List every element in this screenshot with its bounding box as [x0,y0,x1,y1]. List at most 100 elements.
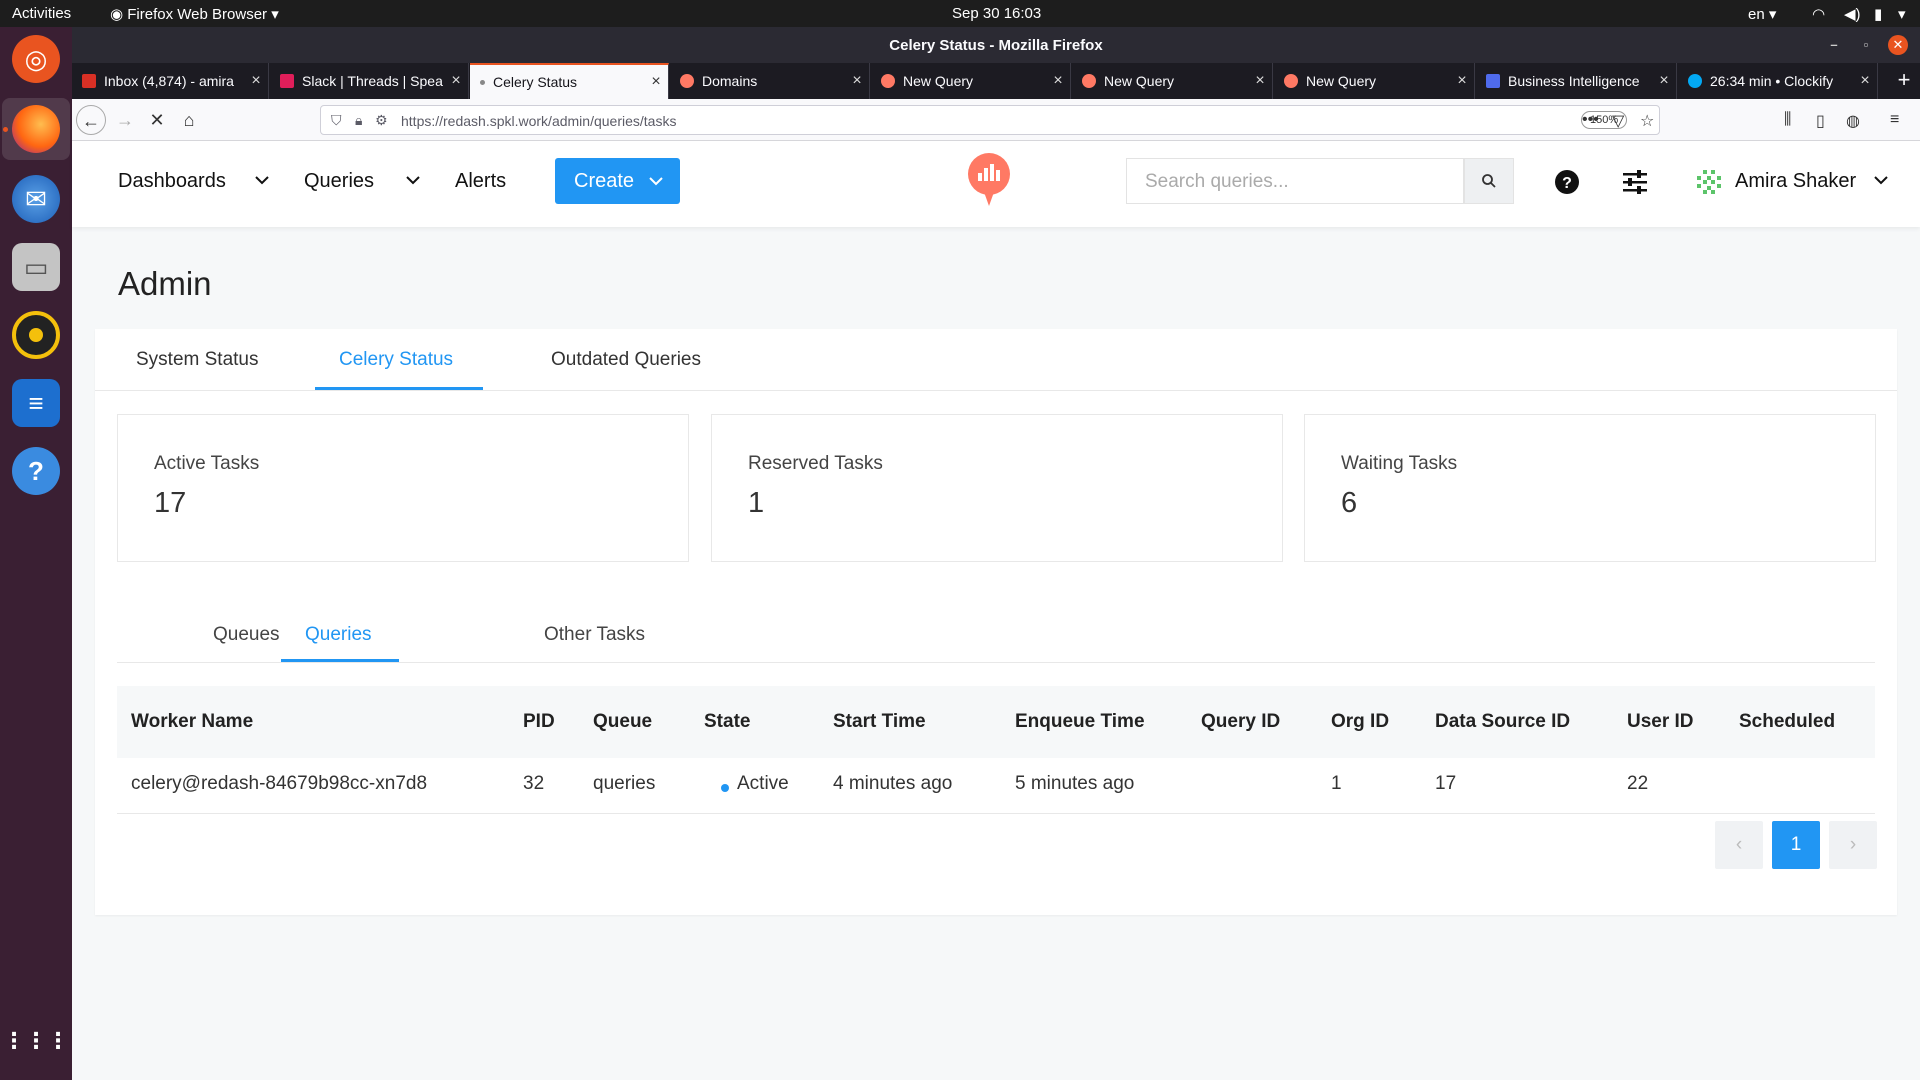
redash-icon [1082,74,1096,88]
create-button-label: Create [574,169,635,192]
user-avatar[interactable] [1693,166,1725,198]
column-header[interactable]: Start Time [833,711,926,733]
stop-loading-icon[interactable]: ✕ [142,105,172,135]
pocket-icon[interactable]: ▽ [1612,111,1624,131]
dock-running-indicator [3,127,8,132]
close-tab-icon[interactable]: × [244,72,268,90]
redash-logo[interactable] [965,152,1013,208]
shield-icon[interactable]: ⛉ [331,112,342,129]
clock[interactable]: Sep 30 16:03 [952,5,1041,22]
url-bar[interactable]: ⛉ 🔒︎ ⚙ https://redash.spkl.work/admin/qu… [320,105,1660,135]
nav-queries[interactable]: Queries [304,170,374,193]
rhythmbox-icon[interactable] [12,311,60,359]
hamburger-menu-icon[interactable]: ≡ [1890,111,1899,129]
files-icon[interactable]: ▭ [12,243,60,291]
close-tab-icon[interactable]: × [1853,72,1877,90]
close-tab-icon[interactable]: × [444,72,468,90]
home-icon[interactable]: ⌂ [174,105,204,135]
libreoffice-writer-icon[interactable]: ≡ [12,379,60,427]
browser-tab[interactable]: Inbox (4,874) - amira × [72,63,269,99]
create-button[interactable]: Create [555,158,680,204]
maximize-icon[interactable]: ▫ [1856,35,1876,55]
forward-arrow-icon[interactable]: → [110,105,140,135]
counter-label: Reserved Tasks [748,453,883,474]
new-tab-button[interactable]: + [1888,63,1920,99]
browser-tab[interactable]: Domains × [670,63,870,99]
battery-icon[interactable]: ▮ [1874,5,1882,23]
back-arrow-icon[interactable]: ← [76,105,106,135]
browser-tab[interactable]: 26:34 min • Clockify × [1678,63,1878,99]
nav-dashboards[interactable]: Dashboards [118,170,226,193]
search-input[interactable]: Search queries... [1126,158,1464,204]
chevron-down-icon[interactable] [406,173,420,187]
sidebar-icon[interactable]: ▯ [1816,111,1825,131]
clockify-icon [1688,74,1702,88]
column-header[interactable]: Org ID [1331,711,1389,733]
browser-tab[interactable]: Slack | Threads | Spea × [270,63,469,99]
library-icon[interactable]: ⫼ [1784,111,1791,129]
tab-celery-status[interactable]: Celery Status [339,349,453,371]
pagination-next-button[interactable]: › [1829,821,1877,869]
tab-outdated-queries[interactable]: Outdated Queries [551,349,701,371]
search-icon [1482,174,1496,188]
column-header[interactable]: User ID [1627,711,1694,733]
chevron-down-icon[interactable] [1874,173,1888,187]
permissions-icon[interactable]: ⚙ [375,112,388,129]
close-tab-icon[interactable]: × [1046,72,1070,90]
column-header[interactable]: Scheduled [1739,711,1835,733]
url-text: https://redash.spkl.work/admin/queries/t… [401,113,677,129]
close-tab-icon[interactable]: × [1652,72,1676,90]
tab-system-status[interactable]: System Status [136,349,259,371]
subtab-other-tasks[interactable]: Other Tasks [544,624,645,646]
cell-data-source-id: 17 [1435,773,1457,794]
page-actions-icon[interactable]: ••• [1582,111,1599,129]
column-header[interactable]: Queue [593,711,652,733]
pagination-prev-button[interactable]: ‹ [1715,821,1763,869]
help-question-icon[interactable]: ? [1551,166,1583,198]
volume-icon[interactable]: ◀) [1844,5,1861,23]
app-menu[interactable]: ◉ Firefox Web Browser ▾ [110,5,279,23]
column-header[interactable]: Worker Name [131,711,253,733]
bookmark-star-icon[interactable]: ☆ [1640,111,1654,131]
column-header[interactable]: Data Source ID [1435,711,1570,733]
browser-tab[interactable]: New Query × [1274,63,1475,99]
wifi-icon[interactable]: ◠ [1812,5,1825,23]
subtab-queries[interactable]: Queries [305,624,372,646]
chevron-down-icon[interactable] [255,173,269,187]
subtab-queues[interactable]: Queues [213,624,280,646]
cell-state: Active [737,773,789,794]
counter-card-waiting-tasks: Waiting Tasks 6 [1304,414,1876,562]
activities-button[interactable]: Activities [12,5,71,22]
column-header[interactable]: State [704,711,750,733]
system-menu-caret-icon[interactable]: ▾ [1898,5,1906,23]
lock-icon[interactable]: 🔒︎ [355,112,362,129]
browser-tab[interactable]: New Query × [1072,63,1273,99]
minimize-icon[interactable]: – [1824,35,1844,55]
browser-tab[interactable]: Business Intelligence × [1476,63,1677,99]
help-icon[interactable]: ? [12,447,60,495]
close-tab-icon[interactable]: × [845,72,869,90]
firefox-icon[interactable] [12,105,60,153]
ubuntu-software-icon[interactable]: ◎ [12,35,60,83]
settings-sliders-icon[interactable] [1619,166,1651,198]
language-indicator[interactable]: en ▾ [1748,5,1776,23]
close-tab-icon[interactable]: × [644,73,668,91]
cell-pid: 32 [523,773,545,794]
pagination-page-button[interactable]: 1 [1772,821,1820,869]
close-window-icon[interactable]: ✕ [1888,35,1908,55]
show-applications-icon[interactable]: ⋮⋮⋮ [3,1017,69,1065]
search-button[interactable] [1464,158,1514,204]
nav-alerts[interactable]: Alerts [455,170,506,193]
browser-tab-active[interactable]: Celery Status × [470,63,669,99]
column-header[interactable]: Query ID [1201,711,1280,733]
browser-tab[interactable]: New Query × [871,63,1071,99]
column-header[interactable]: PID [523,711,555,733]
close-tab-icon[interactable]: × [1248,72,1272,90]
counter-value: 17 [154,487,187,519]
user-name[interactable]: Amira Shaker [1735,170,1856,193]
account-icon[interactable]: ◍ [1846,111,1860,131]
close-tab-icon[interactable]: × [1450,72,1474,90]
tab-label: New Query [1306,73,1377,89]
column-header[interactable]: Enqueue Time [1015,711,1145,733]
thunderbird-icon[interactable]: ✉ [12,175,60,223]
